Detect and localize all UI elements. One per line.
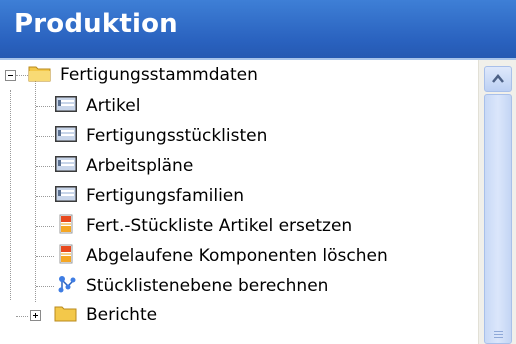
thumb-grip: [494, 337, 503, 338]
chevron-up-icon: [492, 74, 504, 83]
tree-node-fertigungsstammdaten[interactable]: Fertigungsstammdaten: [28, 60, 258, 90]
scroll-up-button[interactable]: [484, 66, 512, 92]
tree-connector-line: [16, 316, 28, 317]
panel-header: Produktion: [0, 0, 516, 58]
list-form-icon: [54, 95, 78, 117]
tree-connector-line: [36, 106, 54, 107]
vertical-scrollbar[interactable]: [478, 60, 516, 344]
tree-connector-line: [36, 196, 54, 197]
tree-item-artikel[interactable]: Artikel: [54, 91, 140, 121]
list-form-icon: [54, 185, 78, 207]
tree-item-label: Fert.-Stückliste Artikel ersetzen: [86, 216, 353, 236]
list-form-icon: [54, 125, 78, 147]
tree-connector-line: [36, 286, 54, 287]
tree-connector-line: [36, 226, 54, 227]
tree-connector-line: [16, 75, 28, 76]
panel-title: Produktion: [14, 9, 178, 39]
thumb-grip: [494, 334, 503, 335]
folder-closed-icon: [54, 303, 78, 327]
tree-item-label: Fertigungsfamilien: [86, 186, 245, 206]
tree-item-label: Abgelaufene Komponenten löschen: [86, 246, 388, 266]
tree-item-fertigungsstuecklisten[interactable]: Fertigungsstücklisten: [54, 121, 267, 151]
collapse-toggle[interactable]: [5, 70, 16, 81]
tree-connector-line: [36, 256, 54, 257]
expand-toggle[interactable]: [30, 310, 41, 321]
tree-connector-line: [35, 70, 36, 302]
tree-item-arbeitsplaene[interactable]: Arbeitspläne: [54, 151, 193, 181]
tree-node-label: Fertigungsstammdaten: [60, 65, 258, 85]
tree-item-label: Arbeitspläne: [86, 156, 194, 176]
tree-connector-line: [10, 90, 11, 300]
batch-job-icon: [54, 214, 78, 238]
tree-item-label: Fertigungsstücklisten: [86, 126, 268, 146]
tree-connector-line: [36, 166, 54, 167]
structure-icon: [54, 274, 78, 298]
folder-open-icon: [28, 63, 52, 87]
batch-job-icon: [54, 244, 78, 268]
production-panel: Produktion Fertigungsstammdaten Artikel …: [0, 0, 516, 344]
tree-item-label: Artikel: [86, 96, 141, 116]
tree-connector-line: [36, 136, 54, 137]
tree-item-label: Stücklistenebene berechnen: [86, 276, 329, 296]
tree-node-berichte[interactable]: Berichte: [54, 300, 157, 330]
tree-item-komponenten-loeschen[interactable]: Abgelaufene Komponenten löschen: [54, 241, 388, 271]
tree-item-stueckliste-ersetzen[interactable]: Fert.-Stückliste Artikel ersetzen: [54, 211, 352, 241]
scrollbar-thumb[interactable]: [484, 94, 512, 344]
tree-item-stuecklistenebene[interactable]: Stücklistenebene berechnen: [54, 271, 328, 301]
thumb-grip: [494, 331, 503, 332]
tree-node-label: Berichte: [86, 305, 158, 325]
navigation-tree: Fertigungsstammdaten Artikel Fertigungss…: [0, 60, 478, 344]
tree-item-fertigungsfamilien[interactable]: Fertigungsfamilien: [54, 181, 244, 211]
list-form-icon: [54, 155, 78, 177]
